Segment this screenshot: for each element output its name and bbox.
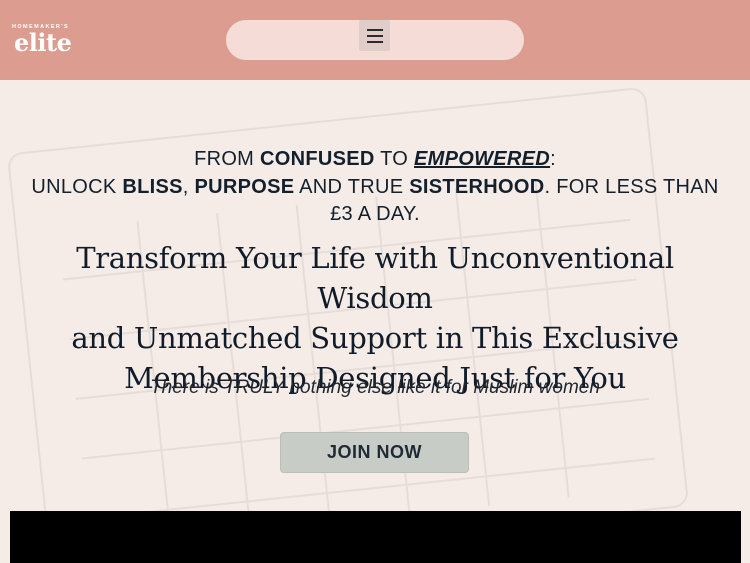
join-now-button[interactable]: JOIN NOW (280, 432, 469, 473)
headline-line-1: FROM CONFUSED TO EMPOWERED: (194, 148, 556, 170)
site-header: HOMEMAKER'S elite (0, 0, 750, 80)
menu-toggle-button[interactable] (359, 20, 390, 51)
hero-subtitle: There is TRULY nothing else like it for … (150, 377, 600, 398)
video-player[interactable] (10, 511, 741, 563)
page: HOMEMAKER'S elite FROM CONFUSED TO EMPOW… (0, 0, 750, 563)
hero-headline: FROM CONFUSED TO EMPOWERED: UNLOCK BLISS… (0, 146, 750, 229)
hero-title: Transform Your Life with Unconventional … (71, 241, 679, 395)
logo-wordmark: elite (14, 28, 72, 57)
homemakers-elite-logo[interactable]: HOMEMAKER'S elite (12, 20, 78, 60)
headline-line-2: UNLOCK BLISS, PURPOSE AND TRUE SISTERHOO… (31, 175, 719, 198)
headline-line-3: £3 A DAY. (330, 203, 420, 225)
hamburger-menu-icon (366, 27, 383, 45)
